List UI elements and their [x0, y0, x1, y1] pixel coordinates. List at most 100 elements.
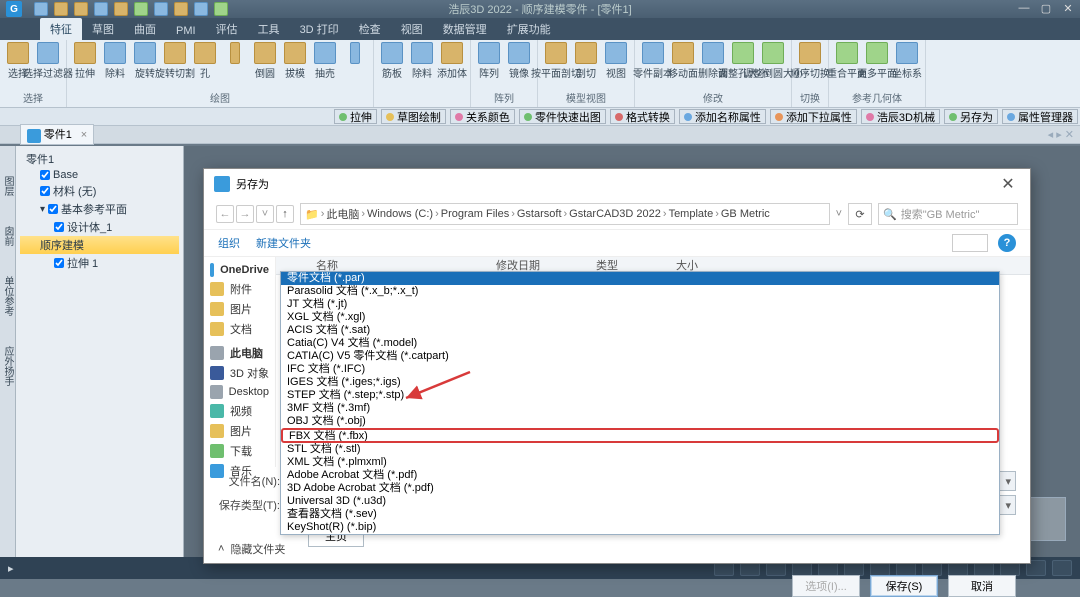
filetype-option[interactable]: 3D Adobe Acrobat 文档 (*.pdf)	[281, 482, 999, 495]
feature-chip[interactable]: 草图绘制	[381, 109, 446, 124]
ribbon-tab[interactable]: 3D 打印	[290, 18, 349, 40]
left-palette-bar[interactable]: 图层囱前单位参考应外扬手	[0, 146, 16, 561]
feature-chip[interactable]: 浩辰3D机械	[861, 109, 940, 124]
feature-chip[interactable]: 格式转换	[610, 109, 675, 124]
close-icon[interactable]: ×	[81, 129, 87, 141]
filetype-option[interactable]: Universal 3D (*.u3d)	[281, 495, 999, 508]
sidebar-item[interactable]: 下载	[210, 441, 269, 461]
ribbon-button[interactable]: 拔模	[281, 42, 309, 80]
filetype-option[interactable]: Adobe Acrobat 文档 (*.pdf)	[281, 469, 999, 482]
ribbon-button[interactable]: 移动面	[669, 42, 697, 80]
folder-sidebar[interactable]: OneDrive附件图片文档此电脑3D 对象Desktop视频图片下载音乐	[204, 257, 276, 467]
options-button[interactable]: 选项(I)...	[792, 575, 860, 597]
tree-node[interactable]: 拉伸 1	[20, 254, 179, 272]
ribbon-button[interactable]: 调整倒圆大小	[759, 42, 787, 80]
filetype-option[interactable]: KeyShot(R) (*.bip)	[281, 521, 999, 534]
ribbon-button[interactable]: 顺序切换	[796, 42, 824, 80]
doc-tab-overflow[interactable]: ◂ ▸ ✕	[1048, 128, 1080, 141]
filetype-option[interactable]: 零件文档 (*.par)	[281, 272, 999, 285]
ribbon-tab[interactable]: 草图	[82, 18, 124, 40]
ribbon-button[interactable]: 视图	[602, 42, 630, 80]
ribbon-button[interactable]: 阵列	[475, 42, 503, 80]
help-button[interactable]: ?	[998, 234, 1016, 252]
sidebar-item[interactable]: 图片	[210, 299, 269, 319]
ribbon-button[interactable]: 选择过滤器	[34, 42, 62, 80]
view-mode-select[interactable]	[952, 234, 988, 252]
sidebar-item[interactable]: 视频	[210, 401, 269, 421]
feature-chip[interactable]: 属性管理器	[1002, 109, 1078, 124]
status-button[interactable]	[1052, 560, 1072, 576]
palette-tab[interactable]: 囱前	[0, 226, 15, 246]
feature-chip[interactable]: 另存为	[944, 109, 998, 124]
ribbon-button[interactable]	[221, 42, 249, 65]
filetype-option[interactable]: Catia(C) V4 文档 (*.model)	[281, 337, 999, 350]
sidebar-item[interactable]: 图片	[210, 421, 269, 441]
qat-icon[interactable]	[174, 2, 188, 16]
tree-node[interactable]: 顺序建模	[20, 236, 179, 254]
feature-chip[interactable]: 关系颜色	[450, 109, 515, 124]
tree-node[interactable]: 材料 (无)	[20, 182, 179, 200]
ribbon-button[interactable]: 零件副本	[639, 42, 667, 80]
qat-icon[interactable]	[74, 2, 88, 16]
palette-tab[interactable]: 图层	[0, 176, 15, 196]
filetype-option[interactable]: ACIS 文档 (*.sat)	[281, 324, 999, 337]
nav-up-button[interactable]: ↑	[276, 205, 294, 223]
maximize-button[interactable]: ▢	[1036, 2, 1056, 16]
palette-tab[interactable]: 应外扬手	[0, 346, 15, 386]
ribbon-button[interactable]: 按平面剖切	[542, 42, 570, 80]
sidebar-item[interactable]: 3D 对象	[210, 363, 269, 383]
tree-node[interactable]: Base	[20, 168, 179, 182]
path-breadcrumb[interactable]: 📁›此电脑›Windows (C:)›Program Files›Gstarso…	[300, 203, 830, 225]
nav-fwd-button[interactable]: →	[236, 205, 254, 223]
ribbon-tab[interactable]: 检查	[349, 18, 391, 40]
document-tab[interactable]: 零件1 ×	[20, 124, 94, 144]
ribbon-button[interactable]	[341, 42, 369, 65]
file-list[interactable]: 名称 修改日期 类型 大小 零件文档 (*.par)Parasolid 文档 (…	[276, 257, 1030, 467]
feature-chip[interactable]: 零件快速出图	[519, 109, 606, 124]
breadcrumb-segment[interactable]: Gstarsoft	[517, 208, 562, 220]
ribbon-tab[interactable]: 扩展功能	[497, 18, 561, 40]
ribbon-tab[interactable]: 评估	[206, 18, 248, 40]
filetype-option[interactable]: FBX 文档 (*.fbx)	[281, 428, 999, 443]
nav-recent-button[interactable]: ˅	[256, 205, 274, 223]
feature-chip[interactable]: 添加名称属性	[679, 109, 766, 124]
app-icon[interactable]: G	[6, 1, 22, 17]
ribbon-tab[interactable]: 数据管理	[433, 18, 497, 40]
qat-icon[interactable]	[54, 2, 68, 16]
ribbon-button[interactable]: 镜像	[505, 42, 533, 80]
palette-tab[interactable]: 单位参考	[0, 276, 15, 316]
ribbon-button[interactable]: 旋转切割	[161, 42, 189, 80]
filetype-option[interactable]: 3MF 文档 (*.3mf)	[281, 402, 999, 415]
filetype-option[interactable]: STEP 文档 (*.step;*.stp)	[281, 389, 999, 402]
sidebar-item[interactable]: 附件	[210, 279, 269, 299]
ribbon-button[interactable]: 坐标系	[893, 42, 921, 80]
expand-icon[interactable]: ˄	[218, 543, 224, 555]
qat-icon[interactable]	[94, 2, 108, 16]
filetype-option[interactable]: JT 文档 (*.jt)	[281, 298, 999, 311]
qat-icon[interactable]	[214, 2, 228, 16]
dialog-close-button[interactable]: ✕	[996, 174, 1020, 194]
filetype-option[interactable]: STL 文档 (*.stl)	[281, 443, 999, 456]
breadcrumb-segment[interactable]: Template	[669, 208, 714, 220]
tree-node[interactable]: 设计体_1	[20, 218, 179, 236]
ribbon-tab[interactable]: PMI	[166, 22, 206, 40]
cancel-button[interactable]: 取消	[948, 575, 1016, 597]
breadcrumb-segment[interactable]: GstarCAD3D 2022	[569, 208, 661, 220]
breadcrumb-segment[interactable]: Program Files	[441, 208, 509, 220]
filetype-option[interactable]: IFC 文档 (*.IFC)	[281, 363, 999, 376]
file-type-dropdown[interactable]: 零件文档 (*.par)Parasolid 文档 (*.x_b;*.x_t)JT…	[280, 271, 1000, 535]
search-input[interactable]: 🔍 搜索"GB Metric"	[878, 203, 1018, 225]
qat-icon[interactable]	[154, 2, 168, 16]
tree-node[interactable]: 零件1	[20, 150, 179, 168]
filetype-option[interactable]: 查看器文档 (*.sev)	[281, 508, 999, 521]
ribbon-tab[interactable]: 视图	[391, 18, 433, 40]
qat-icon[interactable]	[34, 2, 48, 16]
ribbon-button[interactable]: 除料	[408, 42, 436, 80]
filetype-option[interactable]: OBJ 文档 (*.obj)	[281, 415, 999, 428]
ribbon-button[interactable]: 添加体	[438, 42, 466, 80]
close-button[interactable]: ✕	[1058, 2, 1078, 16]
ribbon-button[interactable]: 倒圆	[251, 42, 279, 80]
breadcrumb-segment[interactable]: GB Metric	[721, 208, 770, 220]
ribbon-button[interactable]: 更多平面	[863, 42, 891, 80]
nav-back-button[interactable]: ←	[216, 205, 234, 223]
